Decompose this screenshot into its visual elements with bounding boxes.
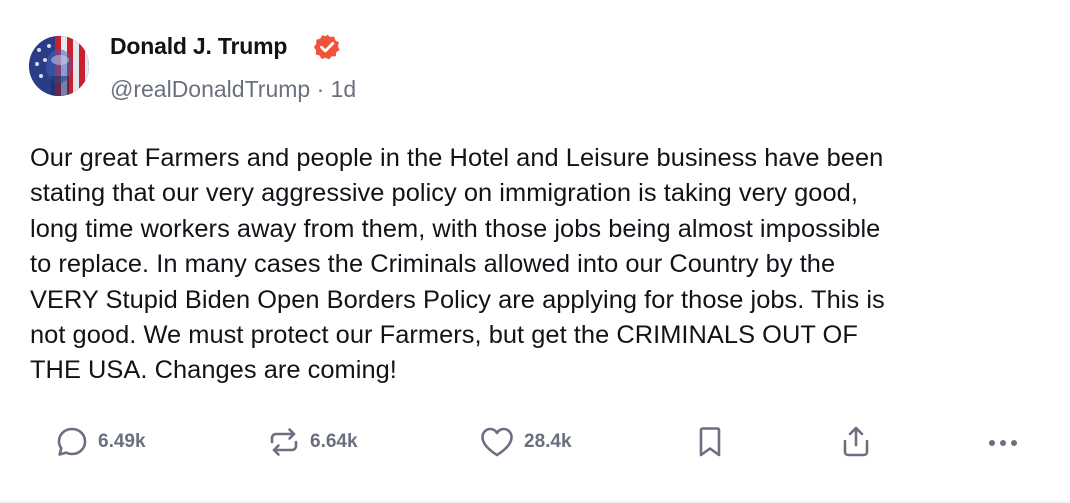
retruth-count: 6.64k <box>310 431 358 452</box>
retruth-button[interactable]: 6.64k <box>266 418 358 466</box>
post-text-line: not good. We must protect our Farmers, b… <box>30 321 858 350</box>
post-age[interactable]: 1d <box>331 76 357 102</box>
post-text-line: to replace. In many cases the Criminals … <box>30 250 836 279</box>
post-text-line: Our great Farmers and people in the Hote… <box>30 144 884 172</box>
more-dots-icon <box>989 440 1017 446</box>
verified-badge-icon <box>314 34 340 60</box>
post-card: Donald J. Trump @realDonaldTrump · 1d Ou… <box>0 0 1070 503</box>
author-handle-line: @realDonaldTrump · 1d <box>110 76 356 103</box>
meta-separator: · <box>316 76 325 102</box>
retruth-arrows-icon <box>270 428 298 456</box>
bookmark-icon <box>699 427 721 457</box>
reply-button[interactable]: 6.49k <box>54 418 146 466</box>
heart-icon <box>481 427 513 457</box>
post-actions-bar: 6.49k 6.64k 28.4k <box>0 418 1070 466</box>
share-icon <box>843 426 869 457</box>
post-text-line: stating that our very aggressive policy … <box>30 179 858 208</box>
author-display-name[interactable]: Donald J. Trump <box>110 33 287 60</box>
more-options-button[interactable] <box>983 418 1023 466</box>
author-handle[interactable]: @realDonaldTrump <box>110 76 310 102</box>
avatar-image <box>29 36 89 96</box>
bookmark-button[interactable] <box>694 418 726 466</box>
post-text-line: VERY Stupid Biden Open Borders Policy ar… <box>30 285 885 314</box>
reply-count: 6.49k <box>98 431 146 452</box>
post-body: Our great Farmers and people in the Hote… <box>30 141 1050 389</box>
post-text-line: THE USA. Changes are coming! <box>30 356 397 385</box>
post-text-line: long time workers away from them, with t… <box>30 214 881 243</box>
like-button[interactable]: 28.4k <box>478 418 572 466</box>
like-count: 28.4k <box>524 431 572 452</box>
reply-bubble-icon <box>57 427 87 456</box>
avatar[interactable] <box>29 36 89 96</box>
share-button[interactable] <box>838 418 874 466</box>
